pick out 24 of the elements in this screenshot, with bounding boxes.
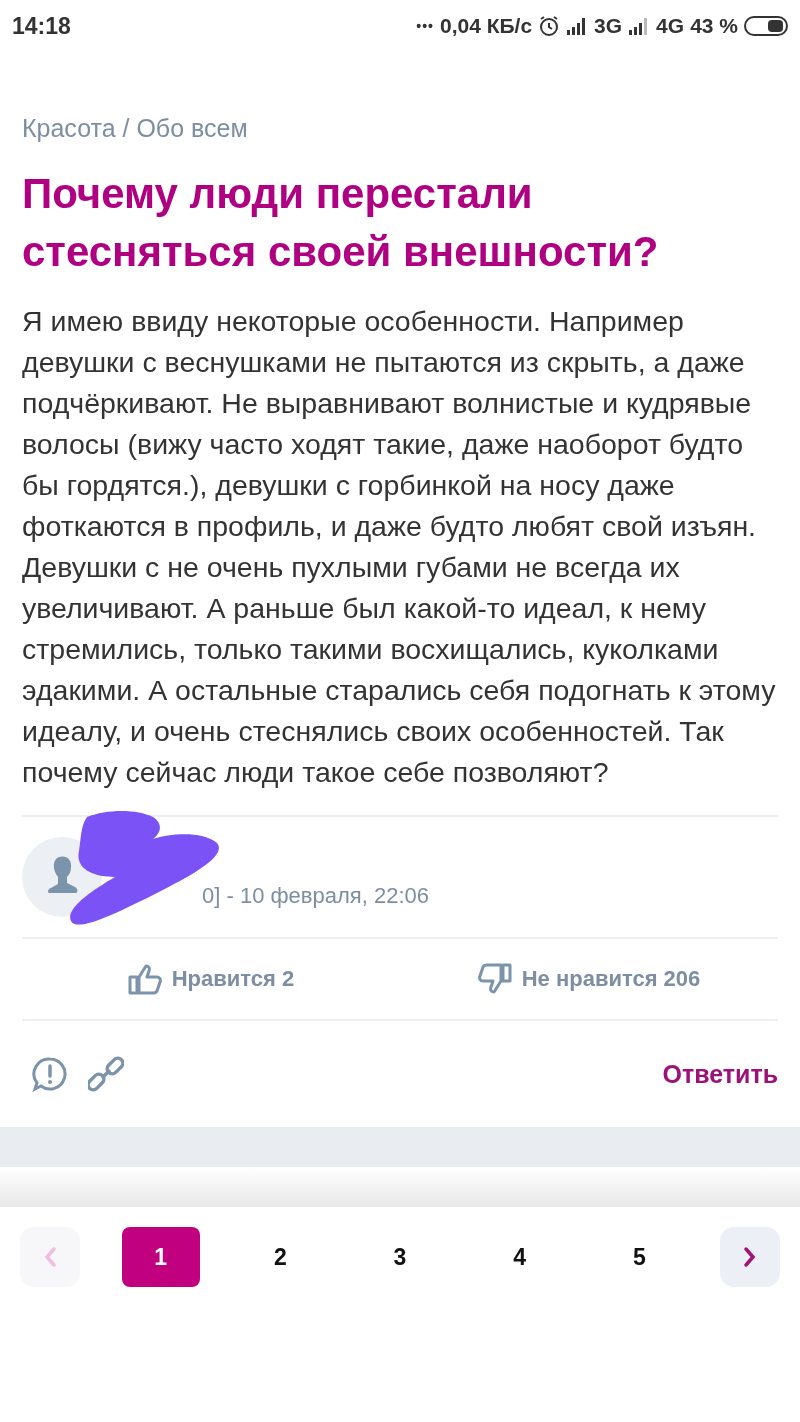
page-button[interactable]: 1 [121, 1227, 200, 1287]
thumbs-up-icon [127, 963, 162, 995]
status-time: 14:18 [12, 12, 71, 40]
chevron-right-icon [742, 1246, 757, 1268]
post-meta: 0] - 10 февраля, 22:06 [202, 883, 429, 909]
reply-button[interactable]: Ответить [662, 1059, 778, 1089]
page-button[interactable]: 5 [600, 1227, 679, 1287]
thumbs-down-icon [477, 963, 512, 995]
link-icon[interactable] [88, 1056, 124, 1092]
network-type: 3G [594, 14, 623, 38]
page-button[interactable]: 3 [360, 1227, 439, 1287]
network-speed: 0,04 КБ/с [439, 14, 533, 38]
question-title: Почему люди перестали стесняться своей внешности? [22, 169, 660, 277]
battery-percent: 43 % [690, 14, 738, 38]
question-text: Я имею ввиду некоторые особенности. Например девушки с веснушками не пытаются из скрыть, а даже подчёркивают. Не выравнивают волнистые и кудрявые волосы (вижу часто ходят такие, даже наоборот будто бы гордятся.), девушки с горбинкой на носу даже фоткаются в профиль, и даже будто любят свой изъян. Девушки с не очень пухлыми губами не всегда их увеличивают. А раньше был какой-то идеал, к нему стремились, только такими восхищались, куколками эдакими. А остальные старались себя подогнать к этому идеалу, и очень стеснялись своих особенностей. Так почему сейчас люди такое себе позволяют? [22, 304, 777, 790]
page-button[interactable]: 4 [480, 1227, 559, 1287]
network-type: 4G [656, 14, 685, 38]
next-page-button[interactable] [719, 1227, 780, 1287]
status-dots: ••• [416, 18, 434, 34]
chevron-left-icon [43, 1246, 57, 1268]
alarm-icon [538, 15, 561, 37]
report-icon[interactable] [32, 1056, 68, 1092]
page-button[interactable]: 2 [241, 1227, 320, 1287]
battery-icon [744, 16, 788, 36]
